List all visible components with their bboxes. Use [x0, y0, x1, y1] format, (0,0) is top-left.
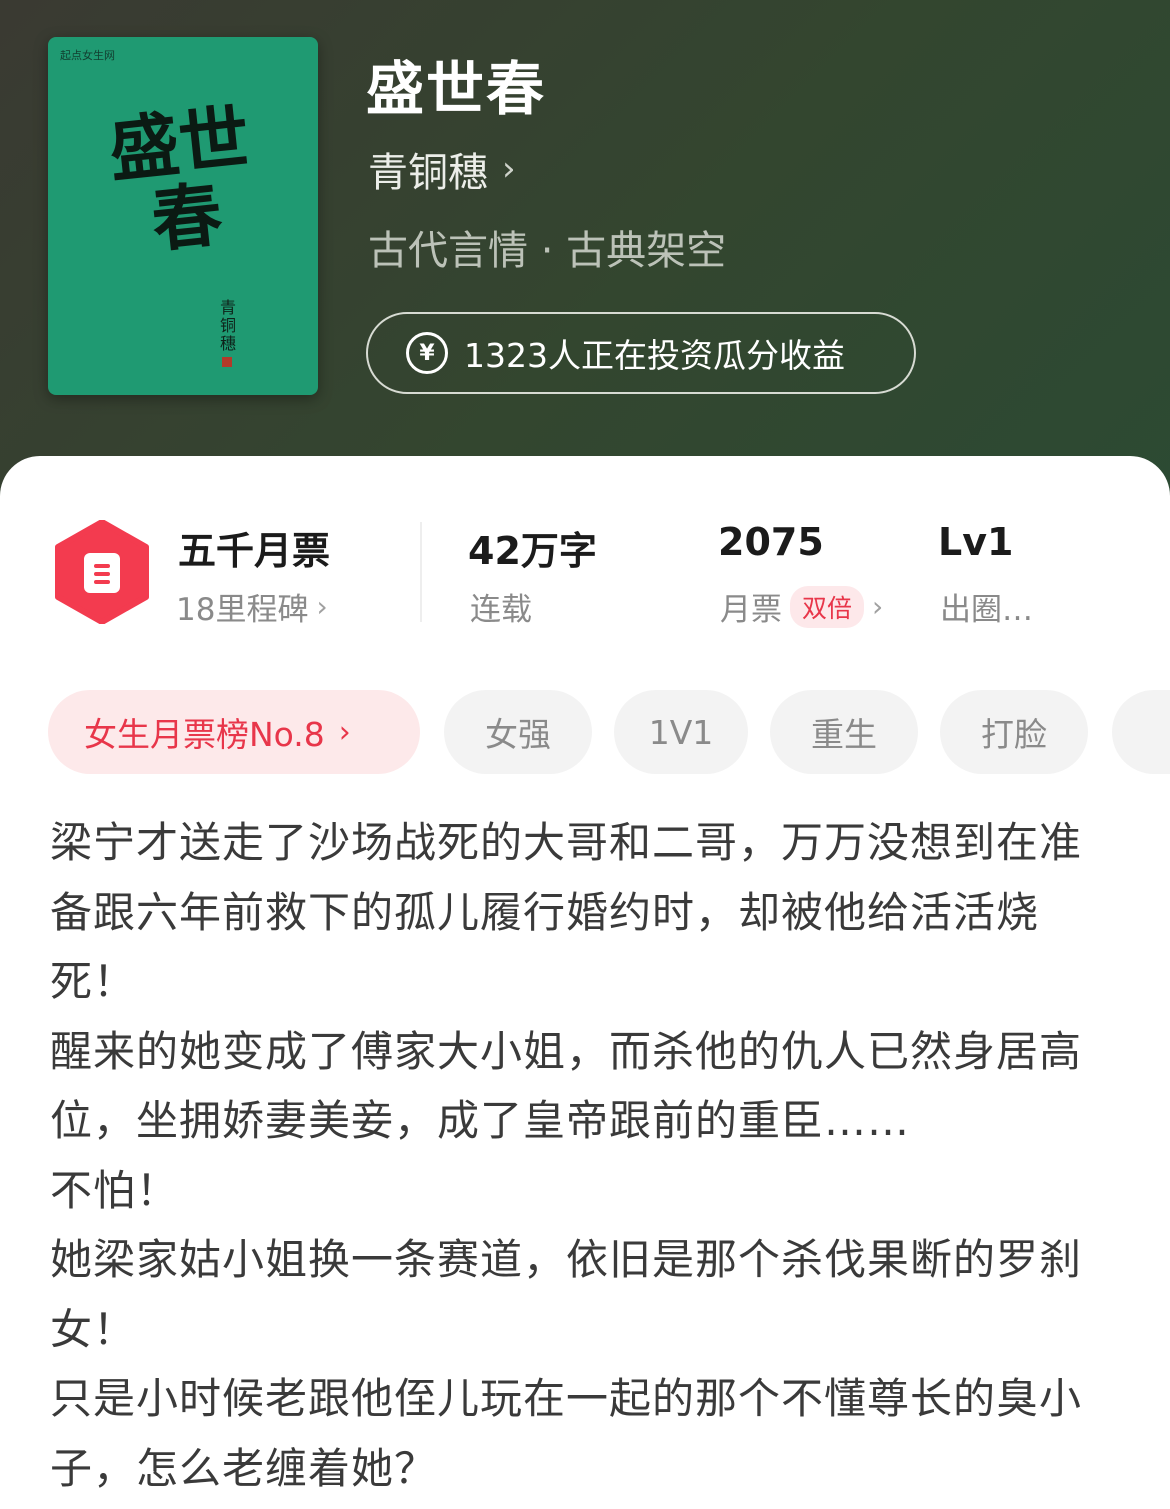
- tag-rank-label: 女生月票榜No.8: [84, 715, 325, 754]
- level-label: 出圈…: [940, 592, 1033, 628]
- invest-button[interactable]: ¥ 1323人正在投资瓜分收益: [366, 312, 916, 394]
- tag-item[interactable]: 重生: [770, 690, 918, 774]
- genre-text: 古代言情 · 古典架空: [368, 228, 727, 274]
- stat-divider: [420, 522, 422, 622]
- yen-icon: ¥: [406, 332, 448, 374]
- serial-status: 连载: [470, 584, 532, 629]
- cover-publisher: 起点女生网: [60, 49, 115, 62]
- milestone-label: 18里程碑: [176, 592, 309, 628]
- level-link[interactable]: 出圈…: [940, 584, 1033, 629]
- tickets-title: 五千月票: [178, 529, 331, 573]
- book-title: 盛世春: [366, 55, 547, 123]
- tag-rank[interactable]: 女生月票榜No.8 ›: [48, 690, 420, 774]
- tag-item[interactable]: 女强: [444, 690, 592, 774]
- level-title: Lv1: [938, 520, 1014, 564]
- tag-item[interactable]: 1V1: [614, 690, 748, 774]
- synopsis-paragraph: 梁宁才送走了沙场战死的大哥和二哥，万万没想到在准备跟六年前救下的孤儿履行婚约时，…: [50, 818, 1083, 1006]
- author-link[interactable]: 青铜穗 ›: [368, 140, 516, 198]
- synopsis-paragraph: 她梁家姑小姐换一条赛道，依旧是那个杀伐果断的罗刹女！: [50, 1235, 1083, 1354]
- ticket-badge-icon: [55, 520, 149, 624]
- synopsis[interactable]: 梁宁才送走了沙场战死的大哥和二哥，万万没想到在准备跟六年前救下的孤儿履行婚约时，…: [50, 808, 1120, 1503]
- cover-author: 青铜穗: [220, 298, 237, 353]
- monthly-tickets-link[interactable]: 月票 双倍 ›: [720, 584, 883, 629]
- double-badge: 双倍: [790, 585, 865, 628]
- synopsis-paragraph: 醒来的她变成了傅家大小姐，而杀他的仇人已然身居高位，坐拥娇妻美妾，成了皇帝跟前的…: [50, 1026, 1083, 1146]
- monthly-tickets-count: 2075: [718, 520, 824, 564]
- tag-item[interactable]: 打脸: [940, 690, 1088, 774]
- chevron-right-icon: ›: [502, 149, 516, 189]
- word-count: 42万字: [468, 529, 597, 573]
- serial-label: 连载: [470, 592, 532, 628]
- synopsis-paragraph: 只是小时候老跟他侄儿玩在一起的那个不懂尊长的臭小子，怎么老缠着她？: [50, 1374, 1083, 1493]
- cover-title: 盛世春: [105, 95, 254, 263]
- synopsis-paragraph: 不怕！: [50, 1165, 180, 1215]
- invest-label: 1323人正在投资瓜分收益: [464, 336, 845, 375]
- chevron-right-icon: ›: [316, 590, 328, 623]
- book-cover[interactable]: 起点女生网 盛世春 青铜穗: [48, 37, 318, 395]
- milestone-link[interactable]: 18里程碑 ›: [176, 584, 328, 629]
- monthly-tickets-label: 月票: [720, 592, 782, 628]
- cover-seal: [222, 357, 232, 367]
- chevron-right-icon: ›: [872, 590, 884, 623]
- book-header: 起点女生网 盛世春 青铜穗 盛世春 青铜穗 › 古代言情 · 古典架空 ¥ 13…: [0, 0, 1170, 520]
- author-name: 青铜穗: [368, 150, 488, 196]
- chevron-right-icon: ›: [338, 714, 351, 750]
